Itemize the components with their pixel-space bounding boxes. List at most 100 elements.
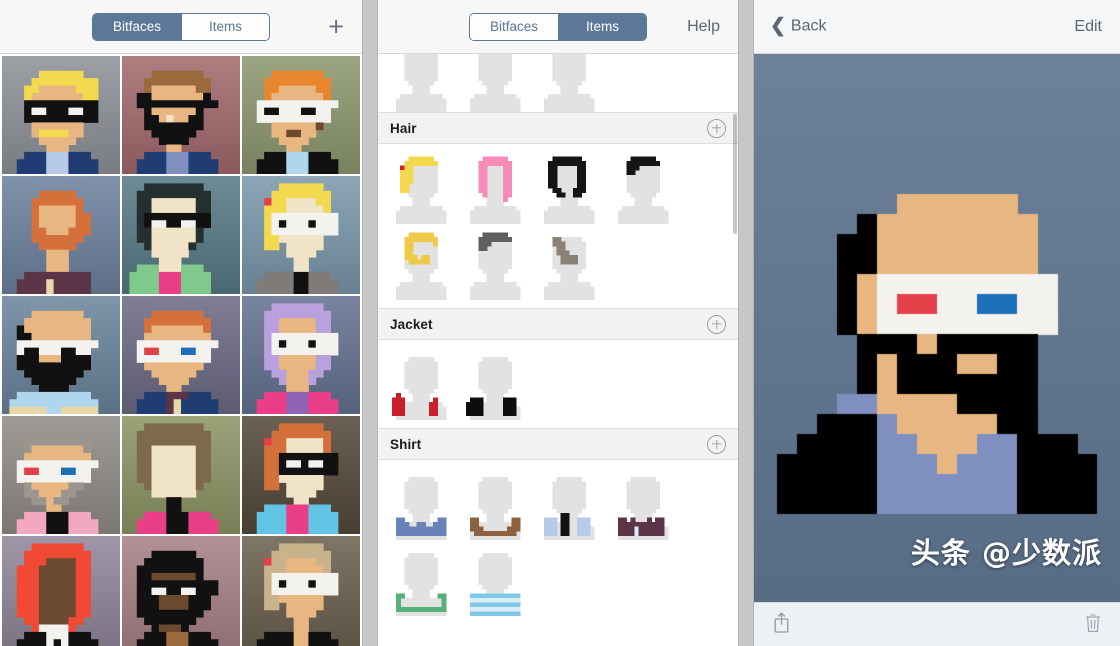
app-root: Bitfaces Items + Bitfaces Items Help Hai…: [0, 0, 1120, 646]
item-thumbnail: [388, 544, 454, 616]
bitface-thumbnail: [2, 416, 120, 534]
item-thumbnail: [388, 348, 454, 420]
left-navbar: Bitfaces Items +: [0, 0, 362, 54]
item-thumbnail: [536, 54, 602, 112]
bitface-thumbnail: [2, 296, 120, 414]
item-thumbnail: [462, 54, 528, 112]
panel-divider-right[interactable]: [738, 0, 754, 646]
item-thumbnail: [462, 152, 528, 224]
section-header-jacket: Jacket: [378, 308, 738, 340]
bitface-thumbnail: [2, 176, 120, 294]
panel-divider-left[interactable]: [362, 0, 378, 646]
item-thumbnail: [462, 544, 528, 616]
bitface-cell[interactable]: [2, 296, 120, 414]
circle-plus-icon[interactable]: [707, 314, 726, 334]
bitface-thumbnail: [242, 56, 360, 174]
bitface-cell[interactable]: [242, 176, 360, 294]
shirt-striped-cyan[interactable]: [462, 544, 528, 616]
segment-bitfaces-mid[interactable]: Bitfaces: [470, 13, 558, 40]
bitface-cell[interactable]: [122, 56, 240, 174]
item-row: [378, 54, 738, 112]
item-thumbnail: [610, 152, 676, 224]
hair-black-afro[interactable]: [536, 152, 602, 224]
bitface-cell[interactable]: [2, 176, 120, 294]
bitface-cell[interactable]: [2, 536, 120, 646]
bitface-cell[interactable]: [242, 296, 360, 414]
item-thumbnail: [462, 348, 528, 420]
clipped-items-row: [378, 54, 738, 112]
bitface-cell[interactable]: [242, 416, 360, 534]
item-thumbnail: [462, 228, 528, 300]
trash-icon[interactable]: [1084, 612, 1102, 638]
bitface-thumbnail: [2, 536, 120, 646]
shirt-brown-vneck[interactable]: [462, 468, 528, 540]
bitface-preview-area: 头条 @少数派: [754, 54, 1120, 602]
left-segmented-control[interactable]: Bitfaces Items: [92, 12, 270, 41]
items-scroll-area[interactable]: Hair Jacket Shirt: [378, 54, 738, 646]
plus-icon: +: [328, 11, 344, 41]
bitface-thumbnail: [122, 536, 240, 646]
clipped-item-0[interactable]: [388, 54, 454, 112]
item-row: [378, 460, 738, 624]
item-thumbnail: [388, 228, 454, 300]
circle-plus-icon[interactable]: [707, 434, 726, 454]
bitface-thumbnail: [242, 176, 360, 294]
segment-bitfaces[interactable]: Bitfaces: [93, 13, 181, 40]
shirt-blue[interactable]: [388, 468, 454, 540]
bitface-thumbnail: [122, 296, 240, 414]
mid-navbar: Bitfaces Items Help: [378, 0, 738, 54]
mid-segmented-control[interactable]: Bitfaces Items: [469, 12, 647, 41]
bitface-cell[interactable]: [242, 56, 360, 174]
hair-black-short[interactable]: [610, 152, 676, 224]
shirt-green-apron[interactable]: [388, 544, 454, 616]
scrollbar-thumb[interactable]: [733, 114, 737, 234]
shirt-plum-buttons[interactable]: [610, 468, 676, 540]
bitface-thumbnail: [122, 56, 240, 174]
segment-items[interactable]: Items: [181, 13, 269, 40]
mid-panel: Bitfaces Items Help Hair Jacket Shirt: [378, 0, 738, 646]
edit-button[interactable]: Edit: [1074, 18, 1102, 36]
section-title: Hair: [390, 120, 417, 136]
hair-grey-sidebeard[interactable]: [536, 228, 602, 300]
hair-grey-short[interactable]: [462, 228, 528, 300]
section-title: Jacket: [390, 316, 433, 332]
bitface-cell[interactable]: [2, 56, 120, 174]
item-row: [378, 144, 738, 308]
bitface-thumbnail: [2, 56, 120, 174]
bitface-preview-canvas: [754, 54, 1120, 602]
bitface-thumbnail: [242, 416, 360, 534]
item-row: [378, 340, 738, 428]
add-bitface-button[interactable]: +: [328, 13, 344, 40]
item-thumbnail: [462, 468, 528, 540]
item-thumbnail: [388, 152, 454, 224]
item-thumbnail: [536, 152, 602, 224]
back-button[interactable]: ❮ Back: [770, 16, 827, 36]
right-navbar: ❮ Back Edit: [754, 0, 1120, 54]
bitface-cell[interactable]: [122, 536, 240, 646]
bitface-thumbnail: [242, 536, 360, 646]
bitface-cell[interactable]: [122, 296, 240, 414]
left-panel: Bitfaces Items +: [0, 0, 362, 646]
bitface-cell[interactable]: [122, 416, 240, 534]
section-header-hair: Hair: [378, 112, 738, 144]
share-icon[interactable]: [772, 611, 791, 639]
hair-blond-ponytail[interactable]: [388, 152, 454, 224]
hair-pink-long[interactable]: [462, 152, 528, 224]
clipped-item-1[interactable]: [462, 54, 528, 112]
bitface-thumbnail: [122, 416, 240, 534]
bitface-cell[interactable]: [122, 176, 240, 294]
bitface-cell[interactable]: [2, 416, 120, 534]
item-thumbnail: [536, 228, 602, 300]
item-thumbnail: [536, 468, 602, 540]
shirt-lightblue-tie[interactable]: [536, 468, 602, 540]
hair-blond-beard[interactable]: [388, 228, 454, 300]
help-button[interactable]: Help: [687, 18, 720, 36]
bitface-cell[interactable]: [242, 536, 360, 646]
item-thumbnail: [610, 468, 676, 540]
bitfaces-grid: [0, 54, 362, 646]
jacket-red[interactable]: [388, 348, 454, 420]
clipped-item-2[interactable]: [536, 54, 602, 112]
circle-plus-icon[interactable]: [707, 118, 726, 138]
jacket-black[interactable]: [462, 348, 528, 420]
segment-items-mid[interactable]: Items: [558, 13, 646, 40]
